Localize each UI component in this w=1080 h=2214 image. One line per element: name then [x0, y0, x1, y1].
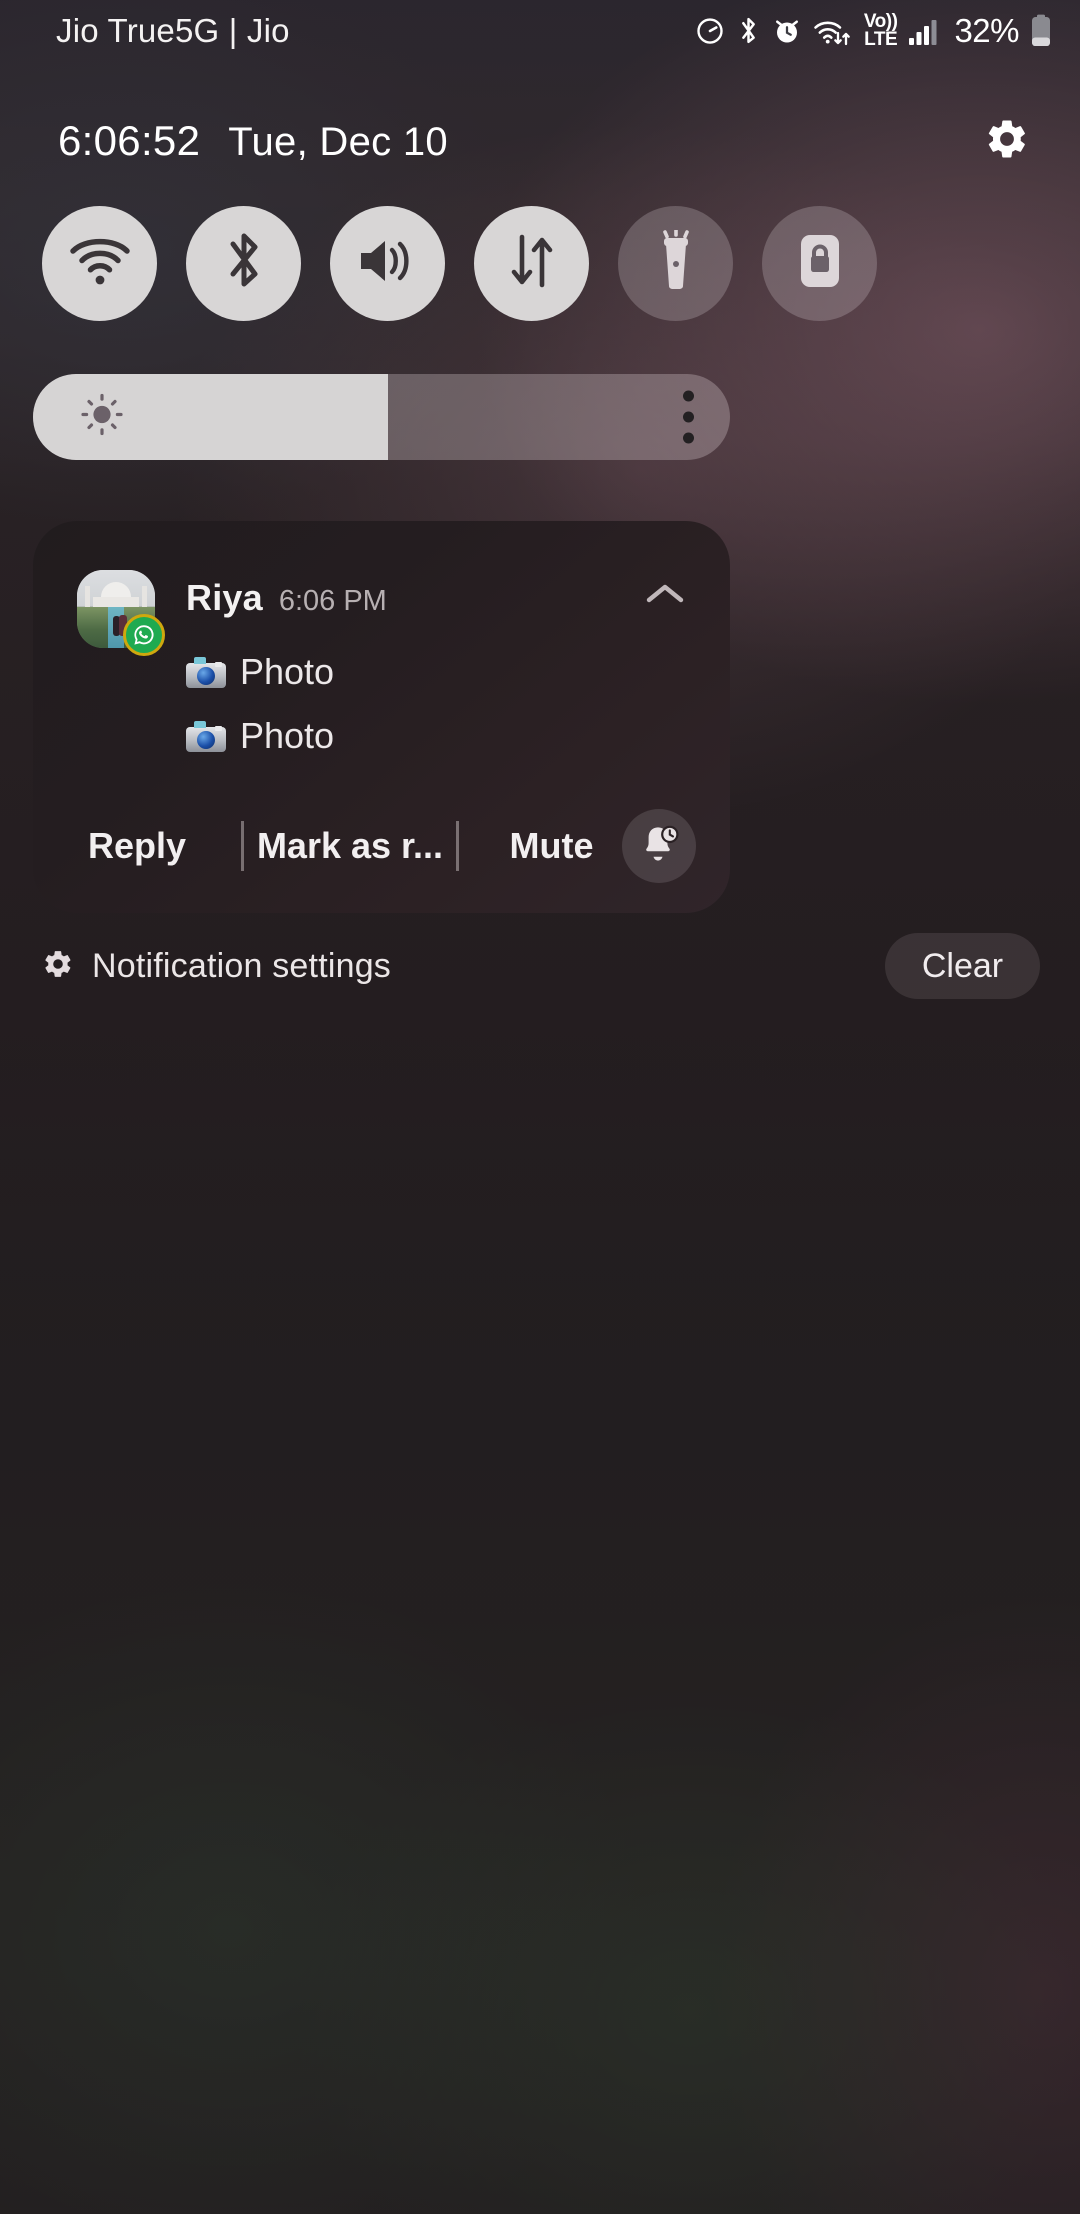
sidebar-item-auto-rotate[interactable]: [762, 206, 877, 321]
data-saver-icon: [695, 16, 725, 46]
settings-button[interactable]: [976, 110, 1038, 172]
collapse-button[interactable]: [638, 573, 692, 619]
volte-icon: Vo)) LTE: [864, 12, 898, 50]
notification-sender: Riya: [186, 577, 263, 618]
sidebar-item-flashlight[interactable]: [618, 206, 733, 321]
sidebar-item-sound[interactable]: [330, 206, 445, 321]
camera-emoji: [186, 720, 226, 752]
clear-label: Clear: [921, 946, 1004, 985]
quick-settings-row: [0, 206, 1080, 321]
brightness-sun-icon: [79, 392, 125, 443]
camera-emoji: [186, 656, 226, 688]
mute-button[interactable]: Mute: [459, 825, 644, 867]
reply-button[interactable]: Reply: [33, 825, 241, 867]
sidebar-item-bluetooth[interactable]: [186, 206, 301, 321]
status-bar: Jio True5G | Jio Vo)) LTE 32%: [0, 0, 1080, 62]
cellular-signal-icon: [908, 16, 940, 46]
notification-actions: Reply Mark as r... Mute: [33, 779, 730, 913]
shade-header: 6:06:52 Tue, Dec 10: [0, 108, 1080, 174]
status-icons-group: Vo)) LTE 32%: [695, 12, 1052, 50]
alarm-icon: [772, 16, 802, 46]
mark-as-read-button[interactable]: Mark as r...: [244, 825, 456, 867]
notification-shade-scrim: [0, 0, 1080, 2214]
wifi-icon: [69, 236, 131, 291]
clear-button[interactable]: Clear: [885, 933, 1040, 999]
carrier-label: Jio True5G | Jio: [56, 12, 290, 49]
rotation-lock-icon: [797, 232, 843, 295]
bell-clock-icon: [638, 823, 680, 870]
notification-line: Photo: [186, 715, 334, 757]
wifi-transfer-icon: [813, 16, 853, 47]
notification-settings-label: Notification settings: [92, 946, 392, 985]
clock-time[interactable]: 6:06:52: [58, 117, 200, 165]
volume-icon: [357, 235, 419, 292]
whatsapp-icon: [123, 614, 165, 656]
snooze-button[interactable]: [622, 809, 696, 883]
data-arrows-icon: [506, 232, 558, 295]
battery-percent-label: 32%: [954, 12, 1019, 49]
sidebar-item-wifi[interactable]: [42, 206, 157, 321]
flashlight-icon: [652, 228, 700, 297]
notification-footer: Notification settings Clear: [0, 928, 1080, 1004]
more-vertical-icon[interactable]: [683, 390, 694, 444]
bluetooth-icon: [736, 16, 761, 47]
notification-settings-button[interactable]: Notification settings: [42, 947, 391, 986]
clock-date[interactable]: Tue, Dec 10: [228, 120, 448, 165]
gear-icon: [42, 948, 74, 985]
sidebar-item-mobile-data[interactable]: [474, 206, 589, 321]
notification-title-row: Riya 6:06 PM: [186, 577, 387, 619]
brightness-slider[interactable]: [33, 374, 730, 460]
notification-card[interactable]: Riya 6:06 PM Photo Photo Reply Mark as r…: [33, 521, 730, 913]
notification-line: Photo: [186, 651, 334, 693]
bluetooth-icon: [222, 230, 266, 297]
notification-line-text: Photo: [240, 651, 335, 692]
battery-icon: [1030, 14, 1052, 48]
clock-group[interactable]: 6:06:52 Tue, Dec 10: [58, 117, 448, 165]
gear-icon: [984, 116, 1030, 167]
chevron-up-icon: [645, 582, 685, 611]
volte-bottom-label: LTE: [864, 29, 898, 50]
avatar[interactable]: [77, 570, 165, 656]
notification-line-text: Photo: [240, 715, 335, 756]
notification-timestamp: 6:06 PM: [278, 585, 387, 617]
